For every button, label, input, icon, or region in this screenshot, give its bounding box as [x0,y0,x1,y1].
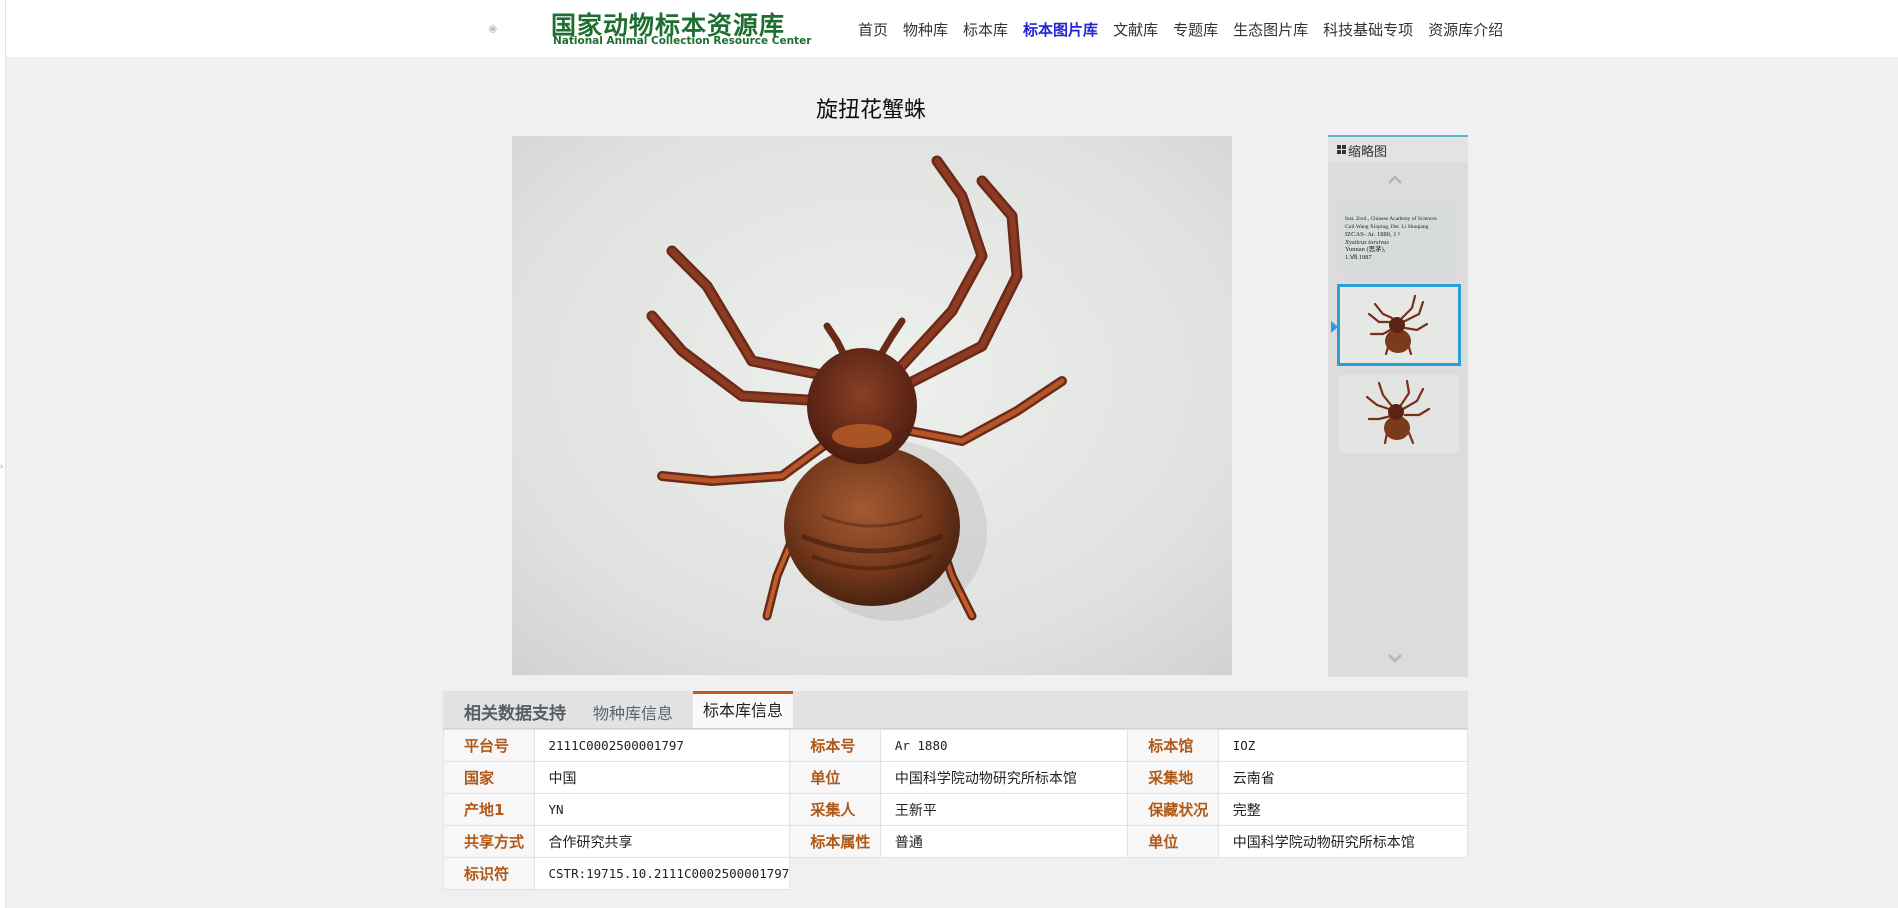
thumbnail-spider-photo-alt[interactable] [1339,375,1459,453]
field-label: 平台号 [443,729,535,762]
field-value: 中国科学院动物研究所标本馆 [879,761,1129,794]
thumbnail-spider-image [1339,286,1459,364]
specimen-label-card: Inst. Zool., Chinese Academy of Sciences… [1339,198,1459,276]
field-label: 单位 [789,761,881,794]
field-label: 采集地 [1127,761,1219,794]
field-label: 标本号 [789,729,881,762]
table-row: 国家 中国 单位 中国科学院动物研究所标本馆 采集地 云南省 [443,761,1469,794]
field-label: 保藏状况 [1127,793,1219,826]
field-label: 国家 [443,761,535,794]
nav-item-about[interactable]: 资源库介绍 [1428,19,1503,40]
left-page-edge [0,0,6,908]
main-nav: 首页 物种库 标本库 标本图片库 文献库 专题库 生态图片库 科技基础专项 资源… [858,19,1518,40]
nav-item-literature[interactable]: 文献库 [1113,19,1158,40]
label-line: Yunnan (思茅), [1345,246,1386,254]
field-value: 2111C0002500001797 [533,729,791,762]
field-value: 中国科学院动物研究所标本馆 [1217,825,1469,858]
field-value: Ar 1880 [879,729,1129,762]
grid-icon [1337,145,1346,154]
field-label: 共享方式 [443,825,535,858]
expand-arrow-icon[interactable]: › [0,462,3,471]
logo-subtitle: National Animal Collection Resource Cent… [553,35,812,47]
field-value: 王新平 [879,793,1129,826]
label-line: Coll.Wang Xinping, Det. Li Shuqiang [1345,223,1429,230]
field-value: CSTR:19715.10.2111C0002500001797 [533,857,791,890]
field-label: 标本属性 [789,825,881,858]
logo-emblem-icon[interactable] [489,5,539,53]
nav-item-home[interactable]: 首页 [858,19,888,40]
thumbnail-header: 缩略图 [1328,137,1468,162]
label-line: IZCAS- Ar. 1880, 1♀ [1345,231,1402,239]
thumbnail-heading: 缩略图 [1348,145,1388,160]
data-tabs-bar: 相关数据支持 物种库信息 标本库信息 [443,691,1468,729]
label-line: Inst. Zool., Chinese Academy of Sciences [1345,216,1437,222]
label-line: 1.Ⅶ.1987 [1345,253,1372,261]
selected-thumbnail-pointer [1331,321,1338,333]
field-label: 标本馆 [1127,729,1219,762]
empty-cell [790,858,1468,890]
tabs-heading: 相关数据支持 [464,704,566,724]
field-label: 标识符 [443,857,535,890]
nav-item-specimen-images[interactable]: 标本图片库 [1023,19,1098,40]
field-label: 单位 [1127,825,1219,858]
field-label: 产地1 [443,793,535,826]
table-row: 共享方式 合作研究共享 标本属性 普通 单位 中国科学院动物研究所标本馆 [443,825,1469,858]
field-value: 普通 [879,825,1129,858]
nav-item-species[interactable]: 物种库 [903,19,948,40]
thumbnail-spider-photo[interactable] [1337,284,1461,366]
field-value: 云南省 [1217,761,1469,794]
field-value: 完整 [1217,793,1469,826]
specimen-info-table: 平台号 2111C0002500001797 标本号 Ar 1880 标本馆 I… [443,729,1469,890]
thumbnail-panel: 缩略图 Inst. Zool., Chinese Academy of Scie… [1328,135,1468,677]
nav-item-science-projects[interactable]: 科技基础专项 [1323,19,1413,40]
chevron-up-icon[interactable] [1388,174,1402,184]
nav-item-topics[interactable]: 专题库 [1173,19,1218,40]
table-row: 产地1 YN 采集人 王新平 保藏状况 完整 [443,793,1469,826]
main-specimen-photo[interactable] [512,136,1232,675]
chevron-down-icon[interactable] [1388,653,1402,663]
table-row: 平台号 2111C0002500001797 标本号 Ar 1880 标本馆 I… [443,729,1469,762]
field-value: 中国 [533,761,791,794]
site-header: 国家动物标本资源库 National Animal Collection Res… [6,0,1898,57]
table-row: 标识符 CSTR:19715.10.2111C0002500001797 [443,857,1468,890]
tab-species-info[interactable]: 物种库信息 [593,700,673,724]
field-value: 合作研究共享 [533,825,791,858]
field-value: YN [533,793,791,826]
nav-item-specimens[interactable]: 标本库 [963,19,1008,40]
page-title: 旋扭花蟹蛛 [815,98,926,123]
field-value: IOZ [1217,729,1469,762]
thumbnail-spider-image [1339,375,1459,453]
nav-item-eco-images[interactable]: 生态图片库 [1233,19,1308,40]
field-label: 采集人 [789,793,881,826]
tab-specimen-info[interactable]: 标本库信息 [693,691,794,728]
thumbnail-specimen-label[interactable]: Inst. Zool., Chinese Academy of Sciences… [1339,198,1459,276]
